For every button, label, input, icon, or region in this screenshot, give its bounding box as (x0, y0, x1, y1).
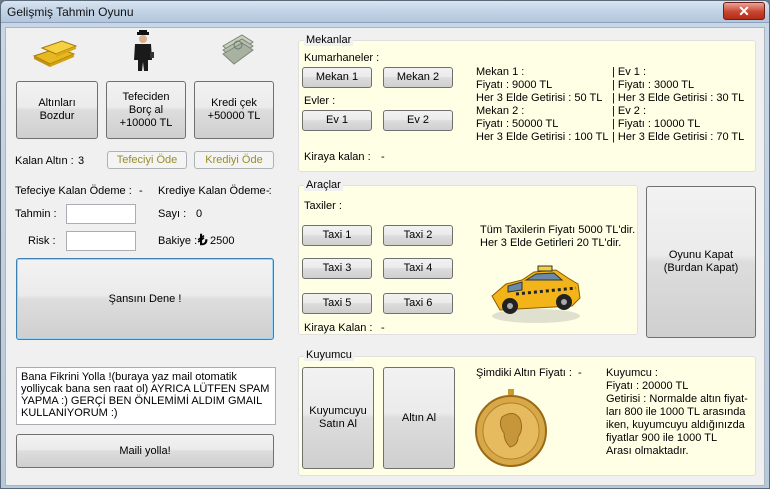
kumarhaneler-label: Kumarhaneler : (304, 52, 380, 64)
money-stack-icon (222, 34, 254, 65)
arac-kiraya-kalan-label: Kiraya Kalan : (304, 322, 373, 334)
taxi-4-button[interactable]: Taxi 4 (383, 258, 453, 279)
taxi-6-button[interactable]: Taxi 6 (383, 293, 453, 314)
tefeciye-kalan-value: - (139, 185, 143, 197)
tahmin-label: Tahmin : (15, 208, 57, 220)
evler-label: Evler : (304, 95, 336, 107)
krediye-kalan-label: Krediye Kalan Ödeme : (158, 185, 272, 197)
window-title: Gelişmiş Tahmin Oyunu (7, 5, 134, 19)
mekan-2-button[interactable]: Mekan 2 (383, 67, 453, 88)
taxi-1-button[interactable]: Taxi 1 (302, 225, 372, 246)
mekan-kiraya-kalan-label: Kiraya kalan : (304, 151, 371, 163)
taxi-5-button[interactable]: Taxi 5 (302, 293, 372, 314)
kredi-cek-button[interactable]: Kredi çek +50000 TL (194, 81, 274, 139)
bakiye-value: 2500 (210, 235, 235, 247)
gold-coin-icon (475, 389, 547, 467)
app-window: Gelişmiş Tahmin Oyunu ✕ Altınları Bozdur… (0, 0, 770, 489)
taxi-3-button[interactable]: Taxi 3 (302, 258, 372, 279)
arac-kiraya-kalan-value: - (381, 322, 385, 334)
ev-2-button[interactable]: Ev 2 (383, 110, 453, 131)
taxiler-label: Taxiler : (304, 200, 342, 212)
kuyumcu-info-text: Kuyumcu : Fiyatı : 20000 TL Getirisi : N… (606, 367, 748, 457)
kuyumcuyu-satin-al-button[interactable]: Kuyumcuyu Satın Al (302, 367, 374, 469)
mekan-kiraya-kalan-value: - (381, 151, 385, 163)
tefeciye-kalan-label: Tefeciye Kalan Ödeme : (15, 185, 132, 197)
risk-input[interactable] (66, 231, 136, 251)
close-button[interactable]: ✕ (723, 2, 765, 20)
mekan-info-text: Mekan 1 : Fiyatı : 9000 TL Her 3 Elde Ge… (476, 66, 609, 143)
gold-bars-icon (32, 40, 78, 67)
araclar-legend: Araçlar (304, 179, 343, 191)
oyunu-kapat-button[interactable]: Oyunu Kapat (Burdan Kapat) (646, 186, 756, 338)
title-bar[interactable]: Gelişmiş Tahmin Oyunu ✕ (1, 1, 769, 23)
taxi-2-button[interactable]: Taxi 2 (383, 225, 453, 246)
altinlari-bozdur-button[interactable]: Altınları Bozdur (16, 81, 98, 139)
mekanlar-legend: Mekanlar (304, 34, 354, 46)
risk-label: Risk : (28, 235, 56, 247)
krediyi-ode-button[interactable]: Krediyi Öde (194, 151, 274, 169)
maili-yolla-button[interactable]: Maili yolla! (16, 434, 274, 468)
taxi-car-icon (491, 265, 581, 323)
sayi-label: Sayı : (158, 208, 187, 220)
ev-info-text: | Ev 1 : | Fiyatı : 3000 TL | Her 3 Elde… (612, 66, 745, 143)
client-area: Altınları Bozdur Tefeciden Borç al +1000… (5, 27, 765, 486)
sansini-dene-button[interactable]: Şansını Dene ! (16, 258, 274, 340)
feedback-textarea[interactable]: Bana Fikrini Yolla !(buraya yaz mail oto… (16, 367, 276, 425)
tahmin-input[interactable] (66, 204, 136, 224)
kalan-altin-value: 3 (78, 155, 85, 167)
sayi-value: 0 (196, 208, 203, 220)
bakiye-label: Bakiye : (158, 235, 198, 247)
simdiki-altin-fiyati-label: Şimdiki Altın Fiyatı : (476, 367, 572, 379)
kalan-altin-label: Kalan Altın : (15, 155, 74, 167)
tefeciden-borc-al-button[interactable]: Tefeciden Borç al +10000 TL (106, 81, 186, 139)
altin-al-button[interactable]: Altın Al (383, 367, 455, 469)
tefeciyi-ode-button[interactable]: Tefeciyi Öde (107, 151, 187, 169)
mekan-1-button[interactable]: Mekan 1 (302, 67, 372, 88)
lira-symbol: ₺ (198, 232, 208, 249)
taxi-info-text: Tüm Taxilerin Fiyatı 5000 TL'dir. Her 3 … (480, 224, 636, 249)
krediye-kalan-value: - (266, 185, 270, 197)
kuyumcu-legend: Kuyumcu (304, 349, 354, 361)
simdiki-altin-fiyati-value: - (578, 367, 582, 379)
loan-shark-icon (134, 30, 154, 71)
ev-1-button[interactable]: Ev 1 (302, 110, 372, 131)
